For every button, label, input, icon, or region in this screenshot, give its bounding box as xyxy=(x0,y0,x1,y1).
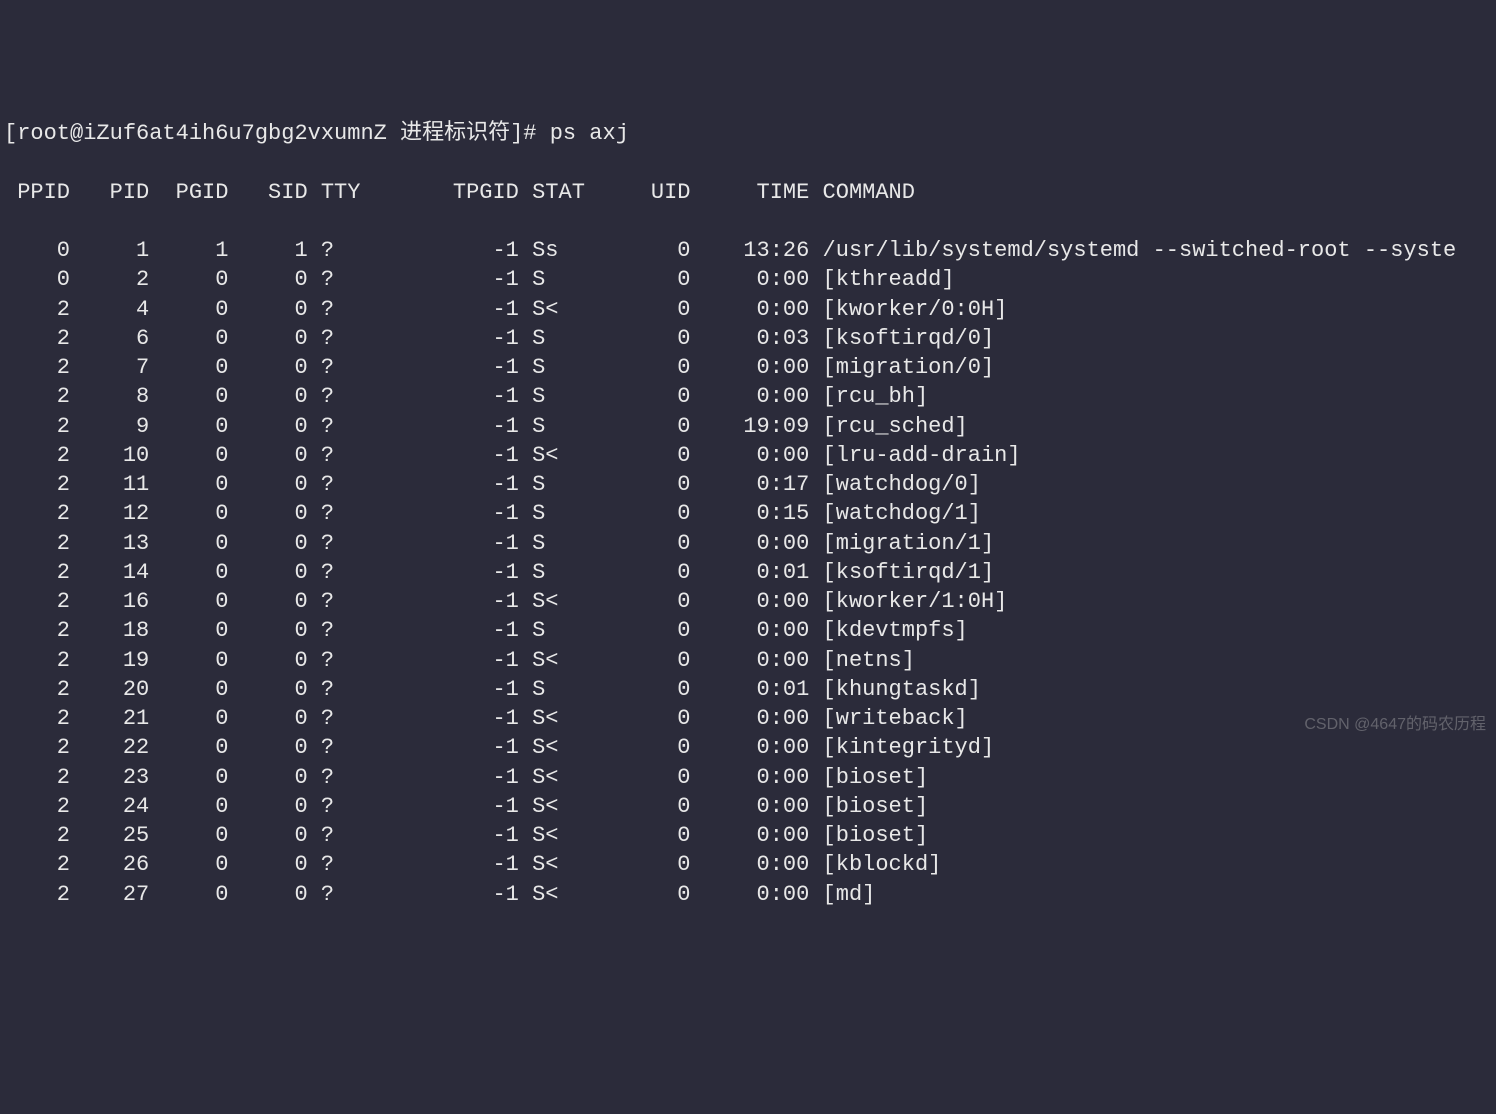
table-row: 2 22 0 0 ? -1 S< 0 0:00 [kintegrityd] xyxy=(4,733,1492,762)
table-row: 2 21 0 0 ? -1 S< 0 0:00 [writeback] xyxy=(4,704,1492,733)
table-row: 0 2 0 0 ? -1 S 0 0:00 [kthreadd] xyxy=(4,265,1492,294)
table-row: 2 13 0 0 ? -1 S 0 0:00 [migration/1] xyxy=(4,529,1492,558)
table-row: 2 4 0 0 ? -1 S< 0 0:00 [kworker/0:0H] xyxy=(4,295,1492,324)
table-row: 2 16 0 0 ? -1 S< 0 0:00 [kworker/1:0H] xyxy=(4,587,1492,616)
command-text: ps axj xyxy=(550,121,629,146)
table-row: 2 19 0 0 ? -1 S< 0 0:00 [netns] xyxy=(4,646,1492,675)
shell-prompt-line: [root@iZuf6at4ih6u7gbg2vxumnZ 进程标识符]# ps… xyxy=(4,119,1492,148)
table-row: 2 23 0 0 ? -1 S< 0 0:00 [bioset] xyxy=(4,763,1492,792)
table-row: 2 26 0 0 ? -1 S< 0 0:00 [kblockd] xyxy=(4,850,1492,879)
process-table-body: 0 1 1 1 ? -1 Ss 0 13:26 /usr/lib/systemd… xyxy=(4,236,1492,909)
prompt-suffix: ]# xyxy=(510,121,550,146)
table-row: 2 6 0 0 ? -1 S 0 0:03 [ksoftirqd/0] xyxy=(4,324,1492,353)
table-row: 0 1 1 1 ? -1 Ss 0 13:26 /usr/lib/systemd… xyxy=(4,236,1492,265)
table-row: 2 18 0 0 ? -1 S 0 0:00 [kdevtmpfs] xyxy=(4,616,1492,645)
watermark-text: CSDN @4647的码农历程 xyxy=(1304,714,1486,735)
table-row: 2 27 0 0 ? -1 S< 0 0:00 [md] xyxy=(4,880,1492,909)
table-row: 2 8 0 0 ? -1 S 0 0:00 [rcu_bh] xyxy=(4,382,1492,411)
table-row: 2 24 0 0 ? -1 S< 0 0:00 [bioset] xyxy=(4,792,1492,821)
table-row: 2 9 0 0 ? -1 S 0 19:09 [rcu_sched] xyxy=(4,412,1492,441)
table-row: 2 20 0 0 ? -1 S 0 0:01 [khungtaskd] xyxy=(4,675,1492,704)
table-row: 2 7 0 0 ? -1 S 0 0:00 [migration/0] xyxy=(4,353,1492,382)
table-row: 2 11 0 0 ? -1 S 0 0:17 [watchdog/0] xyxy=(4,470,1492,499)
table-row: 2 14 0 0 ? -1 S 0 0:01 [ksoftirqd/1] xyxy=(4,558,1492,587)
table-row: 2 12 0 0 ? -1 S 0 0:15 [watchdog/1] xyxy=(4,499,1492,528)
prompt-user-host: [root@iZuf6at4ih6u7gbg2vxumnZ xyxy=(4,121,400,146)
prompt-cwd: 进程标识符 xyxy=(400,121,510,146)
table-row: 2 10 0 0 ? -1 S< 0 0:00 [lru-add-drain] xyxy=(4,441,1492,470)
table-header: PPID PID PGID SID TTY TPGID STAT UID TIM… xyxy=(4,178,1492,207)
table-row: 2 25 0 0 ? -1 S< 0 0:00 [bioset] xyxy=(4,821,1492,850)
